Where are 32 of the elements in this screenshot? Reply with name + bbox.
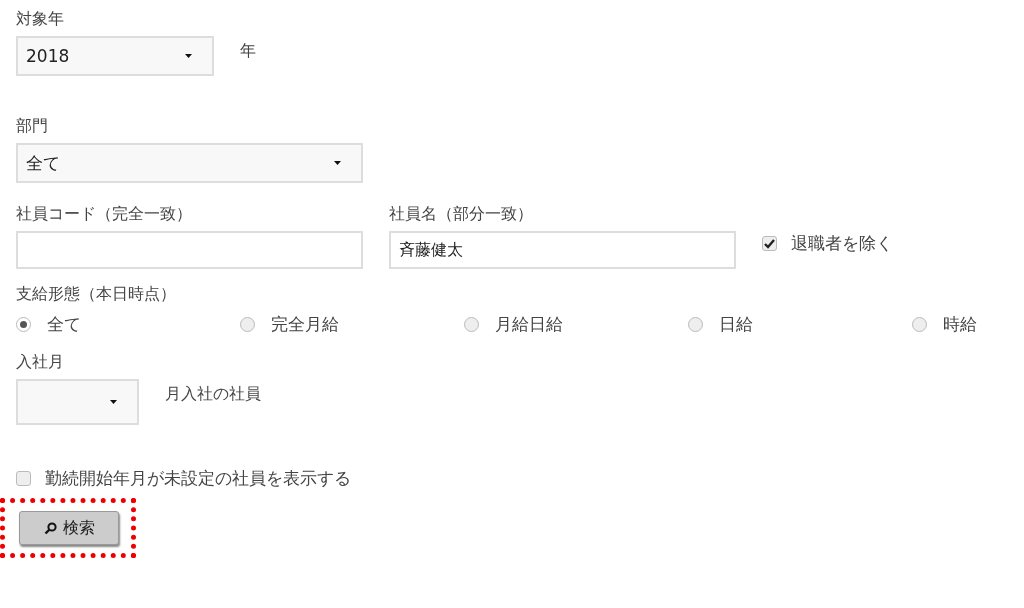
radio-label: 完全月給 xyxy=(271,312,339,336)
radio-button[interactable] xyxy=(688,316,703,332)
caret-icon xyxy=(110,400,117,404)
caret-icon xyxy=(185,54,192,58)
radio-button[interactable] xyxy=(16,316,31,332)
radio-label: 月給日給 xyxy=(495,312,563,336)
search-icon xyxy=(43,521,57,535)
unit-label: 月入社の社員 xyxy=(165,383,261,405)
checkbox[interactable] xyxy=(16,471,31,486)
radio-label: 日給 xyxy=(719,312,753,336)
search-button[interactable]: 検索 xyxy=(19,511,119,545)
field-label: 部門 xyxy=(16,115,48,137)
input-field[interactable] xyxy=(16,231,363,269)
field-label: 支給形態（本日時点） xyxy=(16,283,176,305)
month-select[interactable] xyxy=(16,379,139,425)
year-select[interactable]: 2018 xyxy=(16,36,214,76)
caret-icon xyxy=(334,161,341,165)
field-label: 対象年 xyxy=(16,8,64,30)
radio-button[interactable] xyxy=(240,316,255,332)
field-label: 社員名（部分一致） xyxy=(389,203,533,225)
radio-button[interactable] xyxy=(912,316,927,332)
checkbox[interactable] xyxy=(762,236,777,251)
input-field[interactable]: 斉藤健太 xyxy=(389,231,736,269)
unit-label: 年 xyxy=(240,40,256,62)
radio-button[interactable] xyxy=(464,316,479,332)
radio-label: 時給 xyxy=(943,312,977,336)
checkbox-label: 退職者を除く xyxy=(791,232,893,255)
field-label: 社員コード（完全一致） xyxy=(16,203,192,225)
radio-label: 全て xyxy=(47,312,81,336)
field-label: 入社月 xyxy=(16,351,64,373)
checkbox-label: 勤続開始年月が未設定の社員を表示する xyxy=(45,467,351,490)
department-select[interactable]: 全て xyxy=(16,143,363,183)
